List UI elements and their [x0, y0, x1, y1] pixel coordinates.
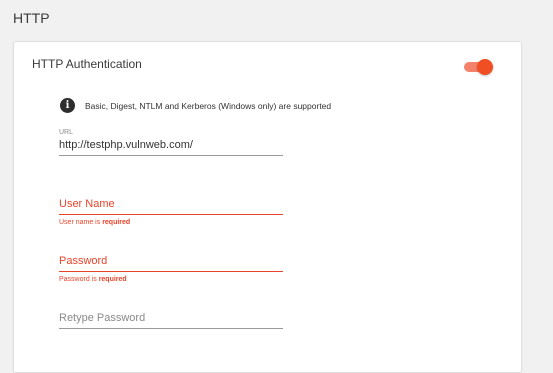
http-authentication-card: HTTP Authentication i Basic, Digest, NTL…	[13, 41, 522, 373]
username-input[interactable]	[59, 198, 283, 215]
info-row: i Basic, Digest, NTLM and Kerberos (Wind…	[60, 98, 331, 113]
password-error: Password is required	[59, 276, 283, 283]
url-label: URL	[59, 129, 74, 136]
section-title: HTTP	[13, 10, 50, 26]
password-error-text: Password is	[59, 276, 99, 283]
password-input[interactable]	[59, 255, 283, 272]
http-authentication-toggle[interactable]	[463, 59, 493, 75]
password-field: Password is required	[59, 255, 283, 283]
password-error-emphasis: required	[98, 276, 127, 283]
url-input[interactable]	[59, 139, 283, 156]
retype-password-field	[59, 312, 283, 329]
username-error-emphasis: required	[102, 219, 131, 226]
url-field: URL	[59, 129, 283, 156]
info-text: Basic, Digest, NTLM and Kerberos (Window…	[85, 100, 332, 111]
username-error: User name is required	[59, 219, 283, 226]
info-icon: i	[60, 98, 75, 113]
card-title: HTTP Authentication	[32, 57, 142, 71]
toggle-knob	[477, 59, 493, 75]
username-field: User name is required	[59, 198, 283, 226]
retype-password-input[interactable]	[59, 312, 283, 329]
username-error-text: User name is	[59, 219, 103, 226]
